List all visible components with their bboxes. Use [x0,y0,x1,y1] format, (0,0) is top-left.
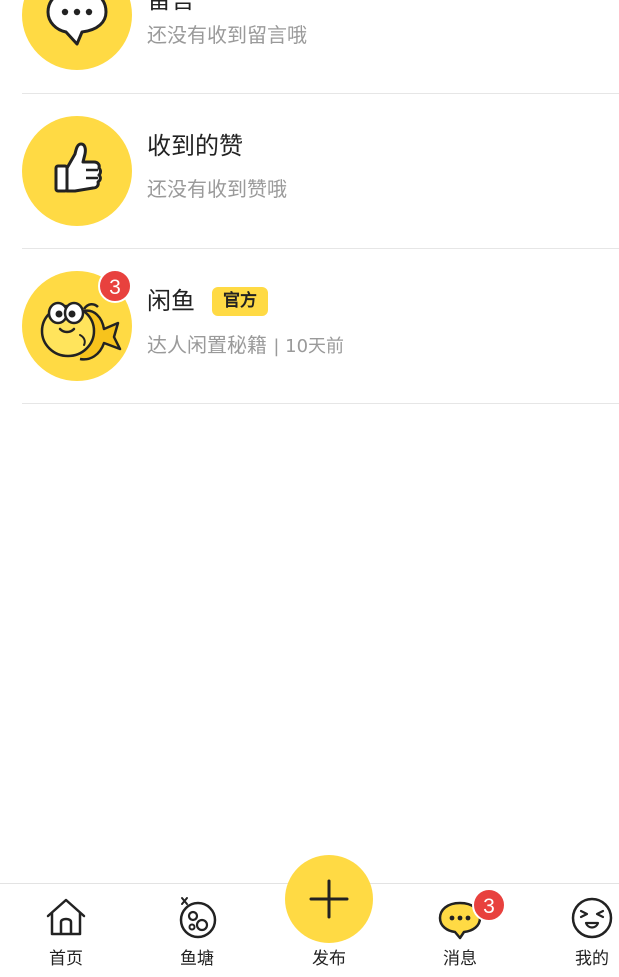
message-title: 闲鱼 [147,287,195,315]
message-subtitle-text: 达人闲置秘籍 [147,333,267,357]
message-title: 留言 [147,0,195,14]
tab-label: 消息 [443,949,477,969]
tab-label: 鱼塘 [180,949,214,969]
plus-icon [309,879,349,919]
comments-avatar [22,0,132,70]
official-tag: 官方 [212,287,268,316]
likes-avatar [22,116,132,226]
tab-fish-pond[interactable]: 鱼塘 [152,884,242,977]
tab-label: 首页 [49,949,83,969]
tab-label: 我的 [575,949,609,969]
message-subtitle: 还没有收到赞哦 [147,177,287,201]
speech-bubble-icon [46,0,108,46]
home-icon [46,898,86,936]
message-subtitle: 达人闲置秘籍 | 10天前 [147,332,344,360]
fish-pond-icon [179,897,217,939]
messages-unread-badge: 3 [472,888,506,922]
unread-badge: 3 [98,269,132,303]
tab-label: 发布 [312,949,346,969]
thumbs-up-icon [54,142,102,193]
tab-profile[interactable]: 我的 [547,884,619,977]
message-time: | 10天前 [273,336,345,357]
message-item-likes[interactable]: 收到的赞 还没有收到赞哦 [22,94,619,249]
message-item-comments[interactable]: 留言 还没有收到留言哦 [22,0,619,94]
publish-button[interactable] [285,855,373,943]
tab-home[interactable]: 首页 [21,884,111,977]
tab-messages[interactable]: 3 消息 [415,884,506,977]
message-title: 收到的赞 [147,132,243,160]
message-subtitle: 还没有收到留言哦 [147,23,307,47]
profile-face-icon [571,897,613,939]
message-item-xianyu-official[interactable]: 3 闲鱼 官方 达人闲置秘籍 | 10天前 [22,249,619,404]
